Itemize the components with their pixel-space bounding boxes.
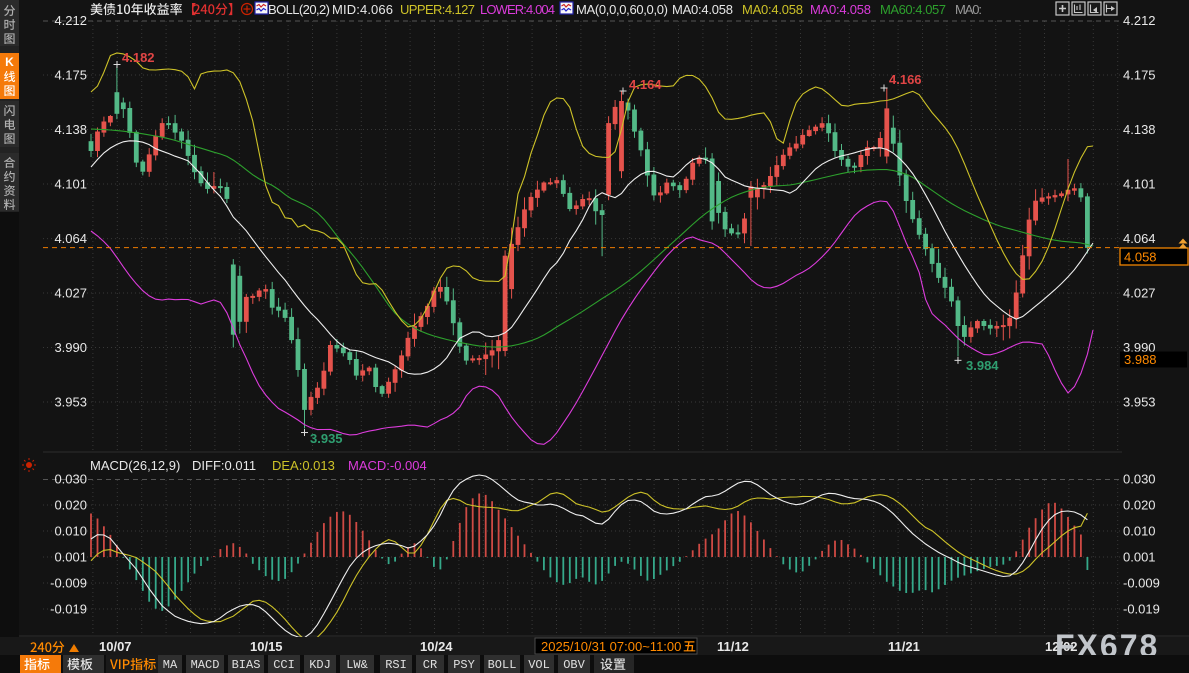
svg-text:CR: CR — [423, 658, 437, 672]
svg-text:10/07: 10/07 — [99, 639, 132, 654]
svg-text:0.030: 0.030 — [54, 472, 87, 487]
svg-text:-0.009: -0.009 — [1123, 576, 1160, 591]
svg-text:11/21: 11/21 — [888, 639, 920, 654]
svg-text:0.030: 0.030 — [1123, 472, 1156, 487]
svg-text:MA: MA — [163, 658, 178, 672]
svg-text:0.020: 0.020 — [1123, 498, 1156, 513]
svg-text:BOLL(20,2): BOLL(20,2) — [268, 2, 330, 17]
svg-text:KDJ: KDJ — [309, 658, 331, 672]
svg-text:MACD: MACD — [191, 658, 220, 672]
svg-text:10/15: 10/15 — [250, 639, 283, 654]
svg-text:4.101: 4.101 — [54, 177, 87, 192]
svg-text:2025/10/31 07:00~11:00: 2025/10/31 07:00~11:00 — [541, 639, 681, 654]
svg-text:4.175: 4.175 — [1123, 68, 1156, 83]
svg-text:MA0:4.058: MA0:4.058 — [810, 2, 871, 17]
svg-text:4.212: 4.212 — [1123, 13, 1156, 28]
svg-text:0.010: 0.010 — [1123, 524, 1156, 539]
svg-text:MA(0,0,0,60,0,0): MA(0,0,0,60,0,0) — [576, 2, 668, 17]
svg-text:10/24: 10/24 — [420, 639, 453, 654]
svg-text:-0.009: -0.009 — [50, 576, 87, 591]
svg-text:4.027: 4.027 — [1123, 286, 1156, 301]
svg-text:4.027: 4.027 — [54, 286, 87, 301]
svg-text:3.953: 3.953 — [54, 395, 87, 410]
svg-text:OBV: OBV — [563, 658, 585, 672]
svg-text:0.001: 0.001 — [1123, 550, 1156, 565]
svg-text:4.064: 4.064 — [54, 231, 87, 246]
svg-text:4.182: 4.182 — [122, 50, 155, 65]
svg-text:DEA:0.013: DEA:0.013 — [272, 458, 335, 473]
svg-text:11/12: 11/12 — [717, 639, 749, 654]
svg-text:4.064: 4.064 — [1123, 231, 1156, 246]
svg-text:4.166: 4.166 — [889, 72, 922, 87]
svg-text:MACD(26,12,9): MACD(26,12,9) — [90, 458, 180, 473]
svg-text:3.935: 3.935 — [310, 431, 343, 446]
svg-text:0.020: 0.020 — [54, 498, 87, 513]
svg-text:4.212: 4.212 — [54, 13, 87, 28]
svg-text:4.101: 4.101 — [1123, 177, 1156, 192]
svg-text:0.010: 0.010 — [54, 524, 87, 539]
svg-text:4.138: 4.138 — [1123, 122, 1156, 137]
svg-text:4.138: 4.138 — [54, 122, 87, 137]
svg-text:LW&: LW& — [346, 658, 368, 672]
svg-text:3.953: 3.953 — [1123, 395, 1156, 410]
svg-text:VOL: VOL — [528, 658, 550, 672]
svg-text:MA0:4.058: MA0:4.058 — [672, 2, 733, 17]
svg-text:K: K — [5, 55, 14, 69]
svg-text:RSI: RSI — [385, 658, 407, 672]
svg-text:MA0:: MA0: — [955, 2, 982, 17]
svg-text:CCI: CCI — [273, 658, 295, 672]
svg-text:MA0:4.058: MA0:4.058 — [742, 2, 803, 17]
svg-text:BIAS: BIAS — [232, 658, 261, 672]
svg-text:MACD:-0.004: MACD:-0.004 — [348, 458, 427, 473]
svg-text:MA60:4.057: MA60:4.057 — [880, 2, 946, 17]
svg-text:LOWER:4.004: LOWER:4.004 — [480, 2, 555, 17]
svg-text:3.988: 3.988 — [1124, 352, 1157, 367]
svg-text:-0.019: -0.019 — [50, 602, 87, 617]
svg-text:0.001: 0.001 — [54, 550, 87, 565]
svg-text:3.990: 3.990 — [54, 340, 87, 355]
svg-text:4.058: 4.058 — [1124, 250, 1157, 265]
svg-text:4.164: 4.164 — [629, 77, 662, 92]
svg-text:UPPER:4.127: UPPER:4.127 — [400, 2, 475, 17]
svg-text:MID:4.066: MID:4.066 — [332, 2, 393, 17]
svg-text:4.175: 4.175 — [54, 68, 87, 83]
svg-text:3.984: 3.984 — [966, 358, 999, 373]
svg-text:PSY: PSY — [453, 658, 475, 672]
svg-text:BOLL: BOLL — [488, 658, 517, 672]
svg-text:-0.019: -0.019 — [1123, 602, 1160, 617]
svg-text:DIFF:0.011: DIFF:0.011 — [192, 458, 256, 473]
